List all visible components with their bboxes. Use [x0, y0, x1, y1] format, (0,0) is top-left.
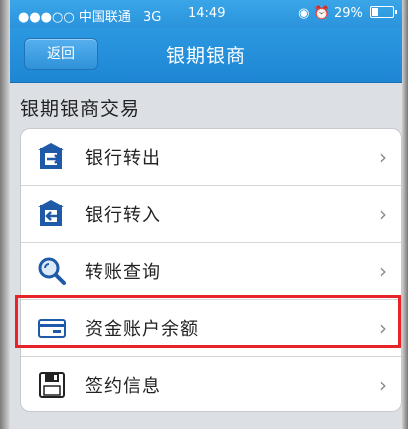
- battery-icon: [370, 6, 397, 18]
- battery-percent: 29%: [333, 6, 363, 21]
- menu-item-bank-transfer-in[interactable]: 银行转入 ›: [21, 186, 401, 243]
- magnifier-query-icon: [38, 257, 66, 285]
- carrier-name: 中国联通: [78, 10, 131, 25]
- menu-item-contract-info[interactable]: 签约信息 ›: [21, 357, 401, 411]
- menu-item-label: 转账查询: [85, 262, 161, 283]
- signal-strength: ●●●○○: [18, 10, 75, 25]
- menu-item-bank-transfer-out[interactable]: 银行转出 ›: [21, 129, 401, 186]
- menu-item-label: 签约信息: [85, 376, 161, 397]
- alarm-icon: ⏰: [313, 6, 330, 21]
- menu-item-transfer-query[interactable]: 转账查询 ›: [21, 243, 401, 300]
- carrier-info: ●●●○○ 中国联通 3G: [18, 6, 161, 25]
- page-title: 银期银商: [165, 45, 246, 67]
- lock-rotation-icon: ◉: [298, 6, 310, 21]
- status-time: 14:49: [188, 6, 226, 21]
- highlight-box: [15, 295, 401, 348]
- menu-list: 银行转出 › 银行转入 › 转账查询 › 资金账户余额 › 签约信息 ›: [20, 128, 402, 412]
- status-bar: ●●●○○ 中国联通 3G 14:49 ◉ ⏰ 29%: [10, 0, 402, 28]
- chevron-right-icon: ›: [379, 373, 387, 397]
- chevron-right-icon: ›: [379, 259, 387, 283]
- section-title: 银期银商交易: [20, 98, 141, 120]
- menu-item-label: 银行转入: [85, 205, 161, 226]
- chevron-right-icon: ›: [379, 145, 387, 169]
- bank-transfer-in-icon: [38, 200, 64, 226]
- chevron-right-icon: ›: [379, 202, 387, 226]
- phone-bezel-right: [402, 0, 408, 429]
- phone-bezel-left: [0, 0, 10, 429]
- phone-screen: ●●●○○ 中国联通 3G 14:49 ◉ ⏰ 29% 返回 银期银商 银期银商…: [10, 0, 402, 429]
- bank-transfer-out-icon: [38, 143, 64, 169]
- nav-bar: 返回 银期银商: [10, 28, 402, 83]
- save-contract-icon: [39, 372, 65, 398]
- status-right: ◉ ⏰ 29%: [298, 6, 397, 21]
- network-type: 3G: [143, 10, 162, 25]
- menu-item-label: 银行转出: [85, 148, 161, 169]
